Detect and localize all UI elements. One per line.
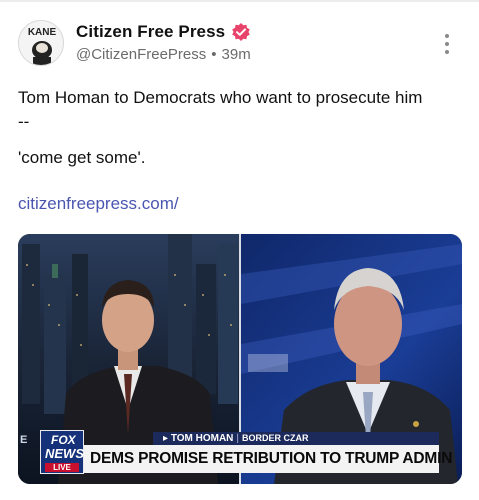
post-quote: 'come get some'. <box>18 148 146 167</box>
top-divider <box>0 0 479 2</box>
separator-dot: • <box>211 46 217 63</box>
post-text-line: -- <box>18 112 30 131</box>
logo-fox: FOX <box>51 433 76 447</box>
logo-live: LIVE <box>45 463 79 472</box>
post-text: Tom Homan to Democrats who want to prose… <box>18 86 463 134</box>
more-options-button[interactable] <box>439 32 455 56</box>
logo-news: NEWS <box>45 446 84 461</box>
chyron-headline: DEMS PROMISE RETRIBUTION TO TRUMP ADMIN <box>82 445 452 473</box>
avatar-text: KANE <box>28 27 57 38</box>
fox-news-logo: FOX NEWS LIVE <box>40 430 84 474</box>
timestamp[interactable]: 39m <box>222 46 251 63</box>
chyron-name-bar: ▸ TOM HOMAN | BORDER CZAR <box>153 432 439 445</box>
verified-badge-icon <box>231 22 251 42</box>
play-triangle-icon: ▸ <box>163 433 171 444</box>
avatar[interactable]: KANE <box>18 20 64 66</box>
post-link[interactable]: citizenfreepress.com/ <box>18 194 179 214</box>
avatar-image: KANE <box>19 21 63 65</box>
display-name[interactable]: Citizen Free Press <box>76 22 225 42</box>
chyron-role: BORDER CZAR <box>242 433 309 443</box>
chyron-name: TOM HOMAN <box>170 433 234 444</box>
video-thumbnail[interactable]: E ▸ TOM HOMAN | BORDER CZAR DEMS PROMISE R… <box>18 234 462 484</box>
handle-row: @CitizenFreePress • 39m <box>76 46 251 63</box>
more-vertical-icon <box>445 34 449 38</box>
chyron-separator: | <box>236 433 240 444</box>
more-dot <box>445 50 449 54</box>
post-text-line: Tom Homan to Democrats who want to prose… <box>18 88 423 107</box>
corner-mark: E <box>20 434 28 446</box>
more-dot <box>445 42 449 46</box>
handle[interactable]: @CitizenFreePress <box>76 46 206 63</box>
